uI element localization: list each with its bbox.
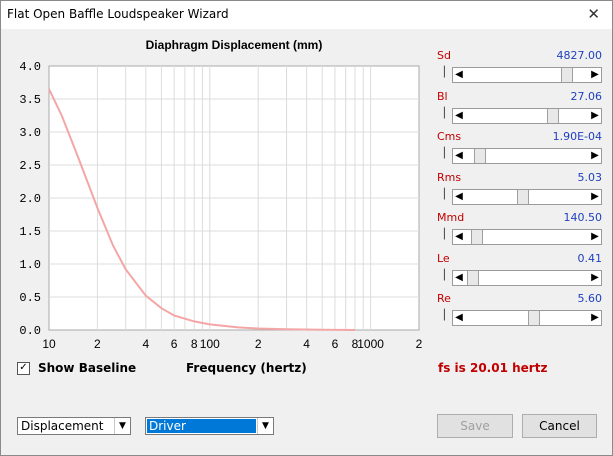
scroll-right-icon[interactable]: ▶ [589,190,601,204]
slider-end-mark: ▕ [437,310,445,321]
x-tick-label: 1000 [357,337,384,351]
y-tick-label: 2.5 [19,159,41,173]
slider-row-rms: Rms 5.03 ▕ ◀ ▶ [434,171,604,212]
slider-label: Le [437,251,450,265]
slider-track-sd[interactable]: ◀ ▶ [452,67,602,83]
window-title: Flat Open Baffle Loudspeaker Wizard [7,7,229,21]
slider-thumb[interactable] [560,68,573,82]
scroll-right-icon[interactable]: ▶ [589,149,601,163]
close-icon[interactable]: ✕ [587,5,600,23]
x-tick-label: 4 [303,337,310,351]
show-baseline-label: Show Baseline [38,361,137,375]
chart-title: Diaphragm Displacement (mm) [146,38,323,52]
scroll-left-icon[interactable]: ◀ [453,109,465,123]
slider-track-cms[interactable]: ◀ ▶ [452,148,602,164]
slider-end-mark: ▕ [437,188,445,200]
slider-value: 5.60 [577,292,603,305]
x-axis-label: Frequency (hertz) [186,361,307,375]
slider-track-le[interactable]: ◀ ▶ [452,269,602,286]
slider-track-rms[interactable]: ◀ ▶ [452,188,602,205]
x-tick-label: 10 [42,337,56,351]
scroll-left-icon[interactable]: ◀ [453,149,465,163]
slider-end-mark: ▕ [437,269,445,281]
y-tick-label: 1.0 [19,258,41,272]
source-value: Driver [147,419,256,433]
scroll-left-icon[interactable]: ◀ [453,190,465,204]
slider-label: Mmd [437,211,465,224]
fs-readout: fs is 20.01 hertz [438,361,548,375]
x-tick-label: 2 [416,337,423,351]
scroll-left-icon[interactable]: ◀ [453,68,465,82]
title-bar: Flat Open Baffle Loudspeaker Wizard ✕ [1,1,612,29]
slider-value: 27.06 [570,89,603,103]
cancel-button[interactable]: Cancel [522,414,597,438]
x-tick-label: 6 [171,337,178,351]
slider-thumb[interactable] [474,149,487,163]
scroll-right-icon[interactable]: ▶ [589,230,601,244]
plot-type-select[interactable]: Displacement ▼ [17,417,131,435]
scroll-right-icon[interactable]: ▶ [589,109,601,123]
scroll-right-icon[interactable]: ▶ [589,68,601,82]
slider-value: 0.41 [577,251,603,265]
slider-value: 5.03 [577,170,603,184]
slider-row-mmd: Mmd 140.50 ▕ ◀ ▶ [434,211,604,252]
source-select[interactable]: Driver ▼ [145,417,274,435]
y-tick-label: 2.0 [19,192,41,206]
slider-track-re[interactable]: ◀ ▶ [452,310,602,326]
wizard-window: Flat Open Baffle Loudspeaker Wizard ✕ Di… [0,0,613,456]
y-tick-label: 1.5 [19,225,41,239]
slider-end-mark: ▕ [437,67,445,78]
scroll-left-icon[interactable]: ◀ [453,311,465,325]
slider-end-mark: ▕ [437,229,445,240]
y-tick-label: 4.0 [19,60,41,74]
slider-row-sd: Sd 4827.00 ▕ ◀ ▶ [434,49,604,90]
x-tick-label: 2 [255,337,262,351]
slider-value: 1.90E-04 [552,130,602,143]
slider-end-mark: ▕ [437,148,445,159]
x-tick-label: 8 [191,337,198,351]
slider-label: Cms [437,130,462,143]
slider-label: Bl [437,89,448,103]
y-tick-label: 0.0 [19,324,41,338]
y-tick-label: 3.0 [19,126,41,140]
x-tick-label: 6 [332,337,339,351]
slider-value: 4827.00 [556,49,603,62]
x-tick-label: 4 [142,337,149,351]
slider-label: Re [437,292,451,305]
scroll-left-icon[interactable]: ◀ [453,271,465,285]
slider-value: 140.50 [563,211,603,224]
save-button[interactable]: Save [437,414,513,438]
slider-track-bl[interactable]: ◀ ▶ [452,107,602,124]
slider-thumb[interactable] [517,189,530,204]
slider-row-bl: Bl 27.06 ▕ ◀ ▶ [434,90,604,131]
slider-row-cms: Cms 1.90E-04 ▕ ◀ ▶ [434,130,604,171]
slider-track-mmd[interactable]: ◀ ▶ [452,229,602,245]
x-tick-label: 100 [200,337,220,351]
chevron-down-icon[interactable]: ▼ [114,418,130,434]
displacement-chart: Diaphragm Displacement (mm) 0.0 0.5 1.0 1.5 2… [19,38,423,351]
slider-row-re: Re 5.60 ▕ ◀ ▶ [434,292,604,333]
parameter-sliders: Sd 4827.00 ▕ ◀ ▶ Bl 27.06 ▕ ◀ ▶ Cms 1.90E-04 ▕ ◀ ▶ Rms 5… [434,49,604,333]
scroll-right-icon[interactable]: ▶ [589,271,601,285]
slider-end-mark: ▕ [437,107,445,119]
scroll-right-icon[interactable]: ▶ [589,311,601,325]
y-tick-label: 0.5 [19,291,41,305]
slider-thumb[interactable] [467,270,480,285]
slider-thumb[interactable] [470,230,483,244]
y-tick-label: 3.5 [19,93,41,107]
x-tick-label: 2 [94,337,101,351]
slider-thumb[interactable] [547,108,560,123]
slider-row-le: Le 0.41 ▕ ◀ ▶ [434,252,604,293]
slider-label: Rms [437,170,462,184]
slider-label: Sd [437,49,451,62]
plot-type-value: Displacement [21,419,104,433]
chevron-down-icon[interactable]: ▼ [257,418,273,434]
checkbox-box[interactable]: ✓ [17,361,30,375]
scroll-left-icon[interactable]: ◀ [453,230,465,244]
show-baseline-checkbox[interactable]: ✓ Show Baseline [17,361,136,375]
slider-thumb[interactable] [527,311,540,325]
